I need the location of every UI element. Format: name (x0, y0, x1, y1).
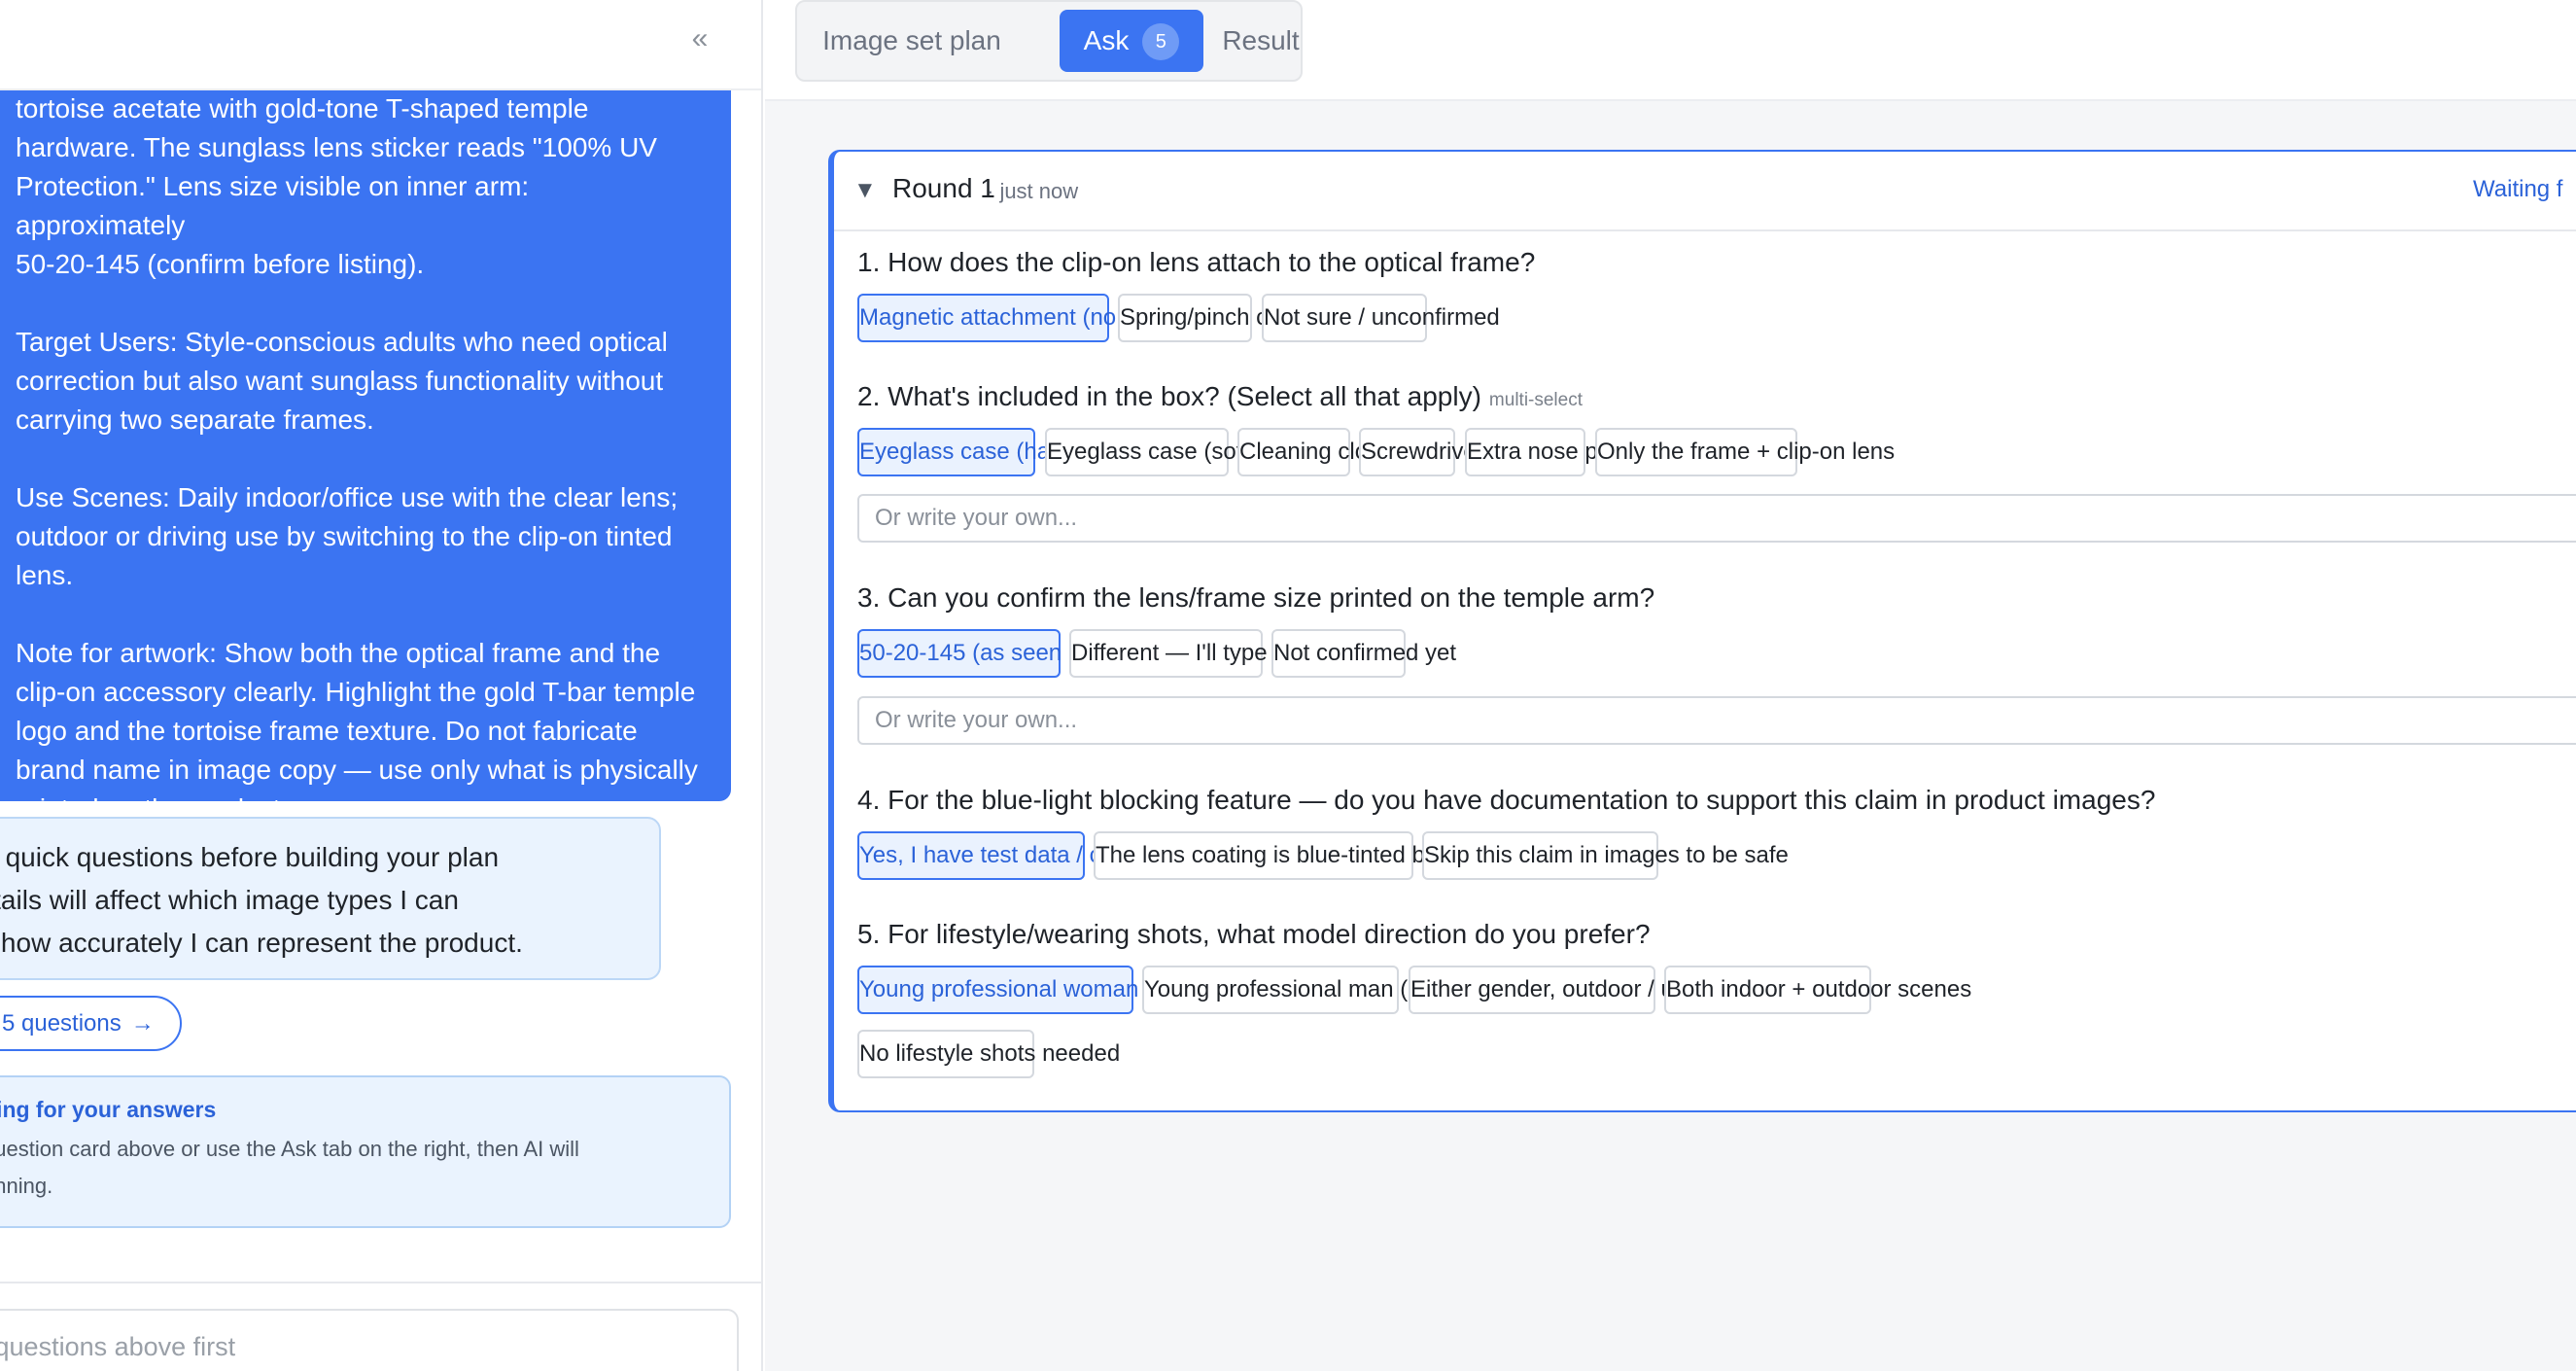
option-chip[interactable]: Young professional man (indoor office) (1142, 966, 1543, 1014)
write-own-input[interactable]: Or write your own... (857, 696, 2576, 745)
option-chip[interactable]: Eyeglass case (hard shell) (857, 428, 1132, 476)
round-header[interactable]: ▼ Round 1 · just now Waiting f (834, 152, 2576, 231)
option-chip[interactable]: Extra nose pads (1465, 428, 1635, 476)
count-badge: 5 (1142, 23, 1180, 60)
option-chip[interactable]: Skip this claim in images to be safe (1422, 831, 1789, 880)
message-line: outdoor or driving use by switching to t… (16, 521, 673, 551)
option-chip[interactable]: Either gender, outdoor / urban street (1409, 966, 1786, 1014)
question-text: 1. How does the clip-on lens attach to t… (857, 247, 1536, 277)
option-chip[interactable]: Screwdriver (1359, 428, 1484, 476)
arrow-right-icon: → (130, 1010, 155, 1037)
user-message-paragraph: Note for artwork: Show both the optical … (16, 634, 702, 828)
user-message-paragraph: tortoise acetate with gold-tone T-shaped… (16, 89, 702, 284)
round-card: ▼ Round 1 · just now Waiting f 1. How do… (828, 150, 2576, 1112)
question-text: 5. For lifestyle/wearing shots, what mod… (857, 919, 1651, 949)
message-line: 50-20-145 (confirm before listing). (16, 249, 425, 279)
tab-group: Image set plan Ask 5 Result (795, 0, 1303, 82)
round-status: Waiting f (2473, 176, 2563, 202)
chat-input[interactable]: e questions above first (0, 1309, 739, 1371)
waiting-notice-line: anning. (0, 1174, 53, 1198)
message-line: Note for artwork: Show both the optical … (16, 638, 661, 668)
message-line: Target Users: Style-conscious adults who… (16, 327, 668, 357)
tab-ask[interactable]: Ask 5 (1060, 10, 1203, 72)
question-text: 3. Can you confirm the lens/frame size p… (857, 582, 1655, 613)
question-title: 2. What's included in the box? (Select a… (857, 381, 1583, 412)
round-title: Round 1 (892, 173, 995, 203)
divider (0, 1282, 761, 1283)
message-line: Protection." Lens size visible on inner … (16, 171, 530, 240)
multi-select-tag: multi-select (1488, 390, 1583, 410)
message-line: carrying two separate frames. (16, 404, 374, 435)
message-line: brand name in image copy — use only what… (16, 755, 698, 785)
chat-panel-header: « (0, 0, 761, 90)
collapse-icon[interactable]: « (680, 19, 719, 58)
option-chip[interactable]: Yes, I have test data / certification (857, 831, 1207, 880)
option-chip[interactable]: Magnetic attachment (no visible clips) (857, 294, 1248, 342)
option-chip[interactable]: 50-20-145 (as seen in photo) (857, 629, 1159, 678)
tab-bar: Image set plan Ask 5 Result (765, 0, 2576, 101)
tab-image-set-plan[interactable]: Image set plan (815, 10, 1009, 72)
assistant-message-bubble: ew quick questions before building your … (0, 817, 661, 980)
message-line: ew quick questions before building your … (0, 842, 500, 872)
option-chip[interactable]: Not sure / unconfirmed (1262, 294, 1500, 342)
question-title: 1. How does the clip-on lens attach to t… (857, 247, 1535, 278)
message-line: tortoise acetate with gold-tone T-shaped… (16, 93, 589, 123)
option-chip[interactable]: Both indoor + outdoor scenes (1664, 966, 1971, 1014)
tab-ask-label: Ask (1083, 25, 1130, 55)
message-line: lens. (16, 560, 74, 590)
user-message-bubble: tortoise acetate with gold-tone T-shaped… (0, 39, 731, 824)
message-line: clip-on accessory clearly. Highlight the… (16, 677, 696, 707)
question-text: 2. What's included in the box? (Select a… (857, 381, 1481, 411)
message-line: hardware. The sunglass lens sticker read… (16, 132, 657, 162)
message-line: nd how accurately I can represent the pr… (0, 928, 523, 958)
option-chip[interactable]: Spring/pinch clips (1118, 294, 1303, 342)
waiting-notice-text: question card above or use the Ask tab o… (0, 1131, 729, 1205)
message-line: Use Scenes: Daily indoor/office use with… (16, 482, 679, 512)
question-title: 4. For the blue-light blocking feature —… (857, 785, 2155, 816)
waiting-notice: iting for your answers question card abo… (0, 1075, 731, 1228)
option-chip[interactable]: Only the frame + clip-on lens (1595, 428, 1895, 476)
message-line: details will affect which image types I … (0, 885, 459, 915)
write-own-input[interactable]: Or write your own... (857, 494, 2576, 543)
option-chip[interactable]: No lifestyle shots needed (857, 1030, 1120, 1078)
option-chip[interactable]: Not confirmed yet (1271, 629, 1456, 678)
question-title: 3. Can you confirm the lens/frame size p… (857, 582, 1654, 614)
chat-panel: tortoise acetate with gold-tone T-shaped… (0, 0, 763, 1371)
option-chip[interactable]: Cleaning cloth (1237, 428, 1387, 476)
waiting-notice-line: question card above or use the Ask tab o… (0, 1137, 579, 1161)
option-chip[interactable]: Eyeglass case (soft pouch) (1045, 428, 1327, 476)
questions-link-label: 5 questions (2, 1010, 122, 1037)
workspace-panel: Image set plan Ask 5 Result ▼ Round 1 · j… (765, 0, 2576, 1371)
question-title: 5. For lifestyle/wearing shots, what mod… (857, 919, 1651, 950)
option-chip[interactable]: Young professional woman (indoor office) (857, 966, 1287, 1014)
message-line: correction but also want sunglass functi… (16, 366, 664, 396)
user-message-paragraph: Use Scenes: Daily indoor/office use with… (16, 478, 702, 595)
message-line: logo and the tortoise frame texture. Do … (16, 716, 638, 746)
user-message-paragraph: Target Users: Style-conscious adults who… (16, 323, 702, 439)
tab-result[interactable]: Result (1217, 10, 1305, 72)
round-timestamp: · just now (987, 179, 1079, 203)
option-chip[interactable]: The lens coating is blue-tinted but no f… (1094, 831, 1593, 880)
question-text: 4. For the blue-light blocking feature —… (857, 785, 2156, 815)
questions-link-button[interactable]: 5 questions → (0, 996, 182, 1051)
caret-down-icon[interactable]: ▼ (853, 177, 877, 204)
waiting-notice-title: iting for your answers (0, 1097, 217, 1122)
option-chip[interactable]: Different — I'll type it below (1069, 629, 1353, 678)
